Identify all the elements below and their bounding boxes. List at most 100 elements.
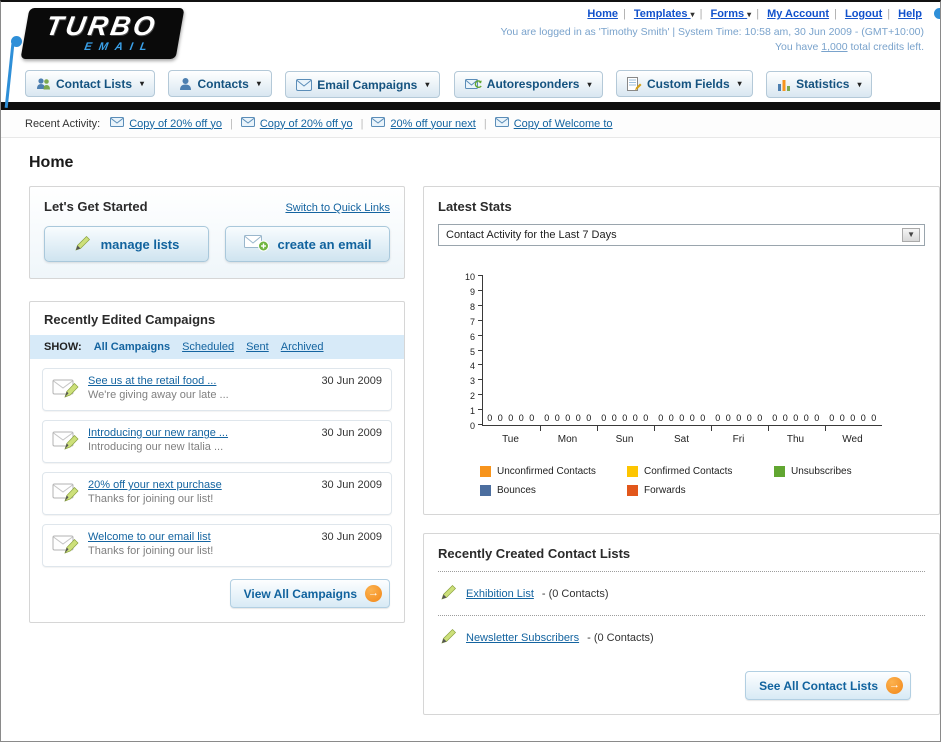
campaign-item[interactable]: Welcome to our email list Thanks for joi…: [42, 524, 392, 567]
legend-item: Unsubscribes: [774, 466, 921, 477]
tab-contacts[interactable]: Contacts ▾: [168, 70, 272, 97]
show-label: SHOW:: [44, 341, 82, 353]
autoresponders-icon: [464, 78, 482, 91]
filter-archived[interactable]: Archived: [281, 341, 324, 353]
campaign-item[interactable]: See us at the retail food ... We're givi…: [42, 368, 392, 411]
contact-list-detail: - (0 Contacts): [541, 587, 609, 600]
chevron-down-icon: ▾: [587, 79, 592, 89]
credits-suffix: total credits left.: [850, 41, 924, 53]
top-link-logout[interactable]: Logout: [845, 8, 882, 20]
tab-label: Autoresponders: [486, 77, 580, 91]
email-icon: [240, 117, 255, 130]
stats-title: Latest Stats: [438, 199, 512, 214]
latest-stats-panel: Latest Stats Contact Activity for the La…: [423, 186, 940, 515]
chevron-down-icon: ▾: [256, 79, 261, 88]
tab-email-campaigns[interactable]: Email Campaigns ▾: [285, 71, 441, 98]
view-all-campaigns-label: View All Campaigns: [243, 586, 357, 601]
divider: |: [229, 117, 233, 130]
chevron-down-icon: ▾: [140, 79, 145, 88]
tab-custom-fields[interactable]: Custom Fields ▾: [615, 70, 753, 97]
campaign-date: 30 Jun 2009: [321, 479, 382, 491]
manage-lists-button[interactable]: manage lists: [44, 226, 209, 262]
campaign-item[interactable]: Introducing our new range ... Introducin…: [42, 420, 392, 463]
recent-activity-item[interactable]: Copy of 20% off yo: [240, 117, 353, 130]
get-started-title: Let's Get Started: [44, 199, 148, 214]
top-link-templates[interactable]: Templates ▾: [634, 8, 695, 20]
divider: |: [834, 8, 837, 20]
campaign-link[interactable]: Welcome to our email list: [88, 531, 313, 543]
see-all-contact-lists-label: See All Contact Lists: [759, 678, 878, 693]
top-link-forms[interactable]: Forms ▾: [710, 8, 751, 20]
email-icon: [494, 117, 509, 130]
recent-activity-label: Recent Activity:: [25, 117, 101, 130]
pencil-icon: [440, 627, 458, 648]
recent-activity-link[interactable]: Copy of 20% off yo: [260, 118, 353, 130]
recent-campaigns-panel: Recently Edited Campaigns SHOW: All Camp…: [29, 301, 405, 623]
recent-activity-link[interactable]: 20% off your next: [390, 118, 475, 130]
create-email-button[interactable]: create an email: [225, 226, 390, 262]
header-right: Home | Templates ▾ | Forms ▾ | My Account | …: [500, 8, 940, 53]
top-link-my-account[interactable]: My Account: [767, 8, 829, 20]
header: TURBO EMAIL Home | Templates ▾ | Forms ▾ | …: [1, 2, 940, 64]
email-pencil-icon: [52, 375, 80, 404]
page-title: Home: [29, 154, 74, 171]
campaign-item[interactable]: 20% off your next purchase Thanks for jo…: [42, 472, 392, 515]
contact-list-link[interactable]: Newsletter Subscribers: [466, 632, 579, 644]
logo-title: TURBO: [43, 11, 160, 41]
credits-link[interactable]: 1,000: [821, 41, 847, 53]
credits-prefix: You have: [774, 41, 819, 53]
contact-lists-title: Recently Created Contact Lists: [438, 546, 631, 561]
custom-fields-icon: [626, 76, 642, 91]
legend-swatch: [480, 485, 491, 496]
campaign-filter-bar: SHOW: All Campaigns Scheduled Sent Archi…: [30, 335, 404, 359]
campaign-link[interactable]: See us at the retail food ...: [88, 375, 313, 387]
stats-activity-dropdown[interactable]: Contact Activity for the Last 7 Days ▼: [438, 224, 925, 246]
top-link-home[interactable]: Home: [587, 8, 618, 20]
legend-item: Forwards: [627, 485, 774, 496]
recent-activity-item[interactable]: Copy of Welcome to: [494, 117, 613, 130]
switch-quick-links-link[interactable]: Switch to Quick Links: [285, 202, 390, 214]
filter-all-campaigns[interactable]: All Campaigns: [94, 341, 170, 353]
tab-contact-lists[interactable]: Contact Lists ▾: [25, 70, 156, 97]
chevron-down-icon: ▾: [747, 10, 752, 19]
app-logo[interactable]: TURBO EMAIL: [11, 6, 261, 60]
view-all-campaigns-button[interactable]: View All Campaigns →: [229, 579, 390, 608]
contact-list-item[interactable]: Newsletter Subscribers - (0 Contacts): [438, 615, 925, 659]
contact-list-link[interactable]: Exhibition List: [466, 588, 534, 600]
create-email-label: create an email: [277, 236, 372, 252]
recent-activity-link[interactable]: Copy of Welcome to: [514, 118, 613, 130]
recent-activity-item[interactable]: 20% off your next: [371, 117, 476, 130]
contact-lists-icon: [36, 77, 51, 91]
email-pencil-icon: [52, 531, 80, 560]
divider: |: [756, 8, 760, 20]
tab-autoresponders[interactable]: Autoresponders ▾: [453, 70, 603, 98]
divider: |: [360, 117, 364, 130]
campaign-link[interactable]: 20% off your next purchase: [88, 479, 313, 491]
recent-activity-bar: Recent Activity: Copy of 20% off yo | Co…: [1, 110, 940, 138]
filter-scheduled[interactable]: Scheduled: [182, 341, 234, 353]
nav-divider-bar: [1, 102, 940, 110]
tab-statistics[interactable]: Statistics ▾: [766, 70, 873, 98]
legend-label: Unconfirmed Contacts: [497, 466, 596, 477]
campaign-link[interactable]: Introducing our new range ...: [88, 427, 313, 439]
divider: |: [887, 8, 891, 20]
arrow-right-icon: →: [365, 585, 382, 602]
get-started-panel: Let's Get Started Switch to Quick Links …: [29, 186, 405, 279]
email-pencil-icon: [52, 479, 80, 508]
stats-chart-x-axis: Tue Mon Sun Sat Fri Thu Wed: [502, 434, 863, 445]
legend-swatch: [480, 466, 491, 477]
contact-list-item[interactable]: Exhibition List - (0 Contacts): [438, 571, 925, 615]
top-link-help[interactable]: Help: [898, 8, 922, 20]
stats-chart: 0 1 2 3 4 5 6 7 8 9 10 0 0 0 0 00 0 0 0 00 0 0 0 0…: [438, 264, 925, 462]
recent-activity-link[interactable]: Copy of 20% off yo: [129, 118, 222, 130]
chevron-down-icon: ▾: [857, 79, 862, 89]
recent-activity-item[interactable]: Copy of 20% off yo: [110, 117, 222, 130]
divider: |: [483, 117, 487, 130]
pencil-icon: [74, 234, 92, 255]
main-content: Home Let's Get Started Switch to Quick L…: [1, 138, 940, 741]
left-column: Let's Get Started Switch to Quick Links …: [29, 186, 405, 623]
campaign-subtitle: Introducing our new Italia ...: [88, 441, 224, 453]
campaign-date: 30 Jun 2009: [321, 531, 382, 543]
filter-sent[interactable]: Sent: [246, 341, 269, 353]
see-all-contact-lists-button[interactable]: See All Contact Lists →: [745, 671, 911, 700]
